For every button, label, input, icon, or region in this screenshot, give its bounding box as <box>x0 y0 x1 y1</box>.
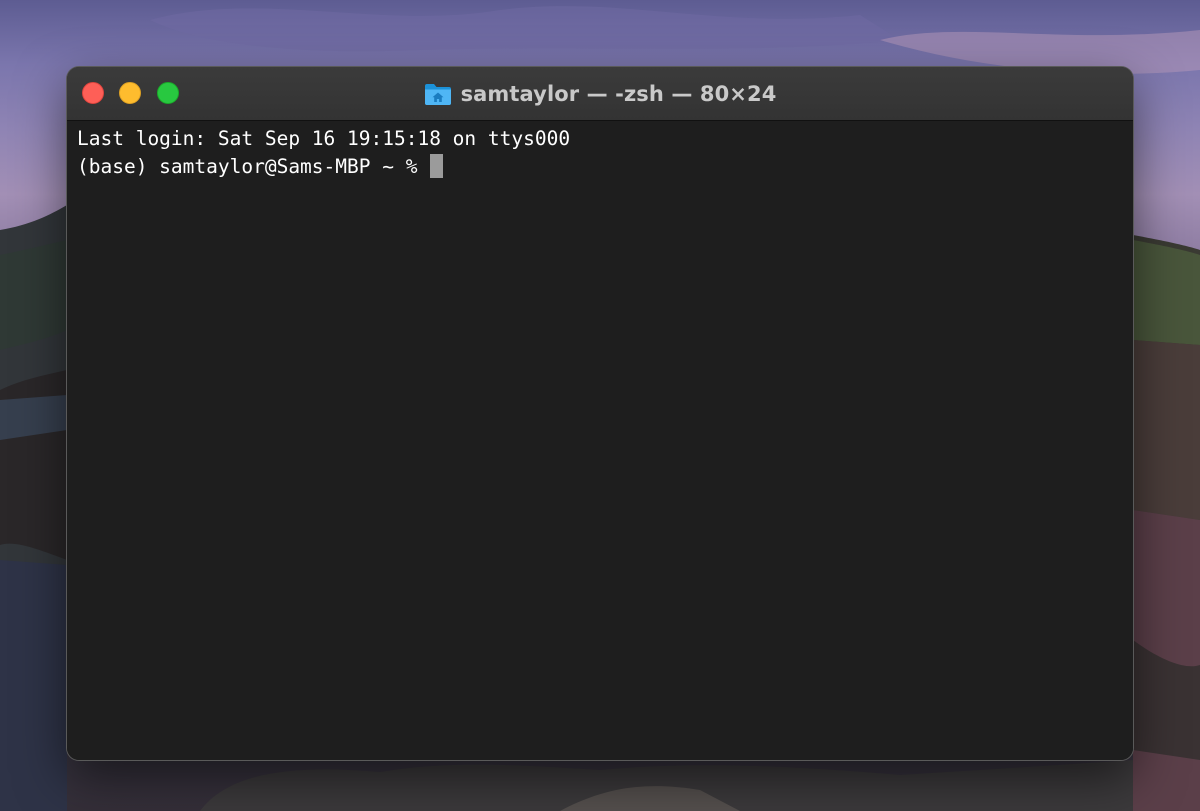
text-cursor <box>430 154 444 178</box>
terminal-line-last-login: Last login: Sat Sep 16 19:15:18 on ttys0… <box>77 127 571 150</box>
home-folder-icon <box>424 83 451 105</box>
window-title: samtaylor — -zsh — 80×24 <box>460 81 777 106</box>
title-bar[interactable]: samtaylor — -zsh — 80×24 <box>67 67 1133 121</box>
window-title-container: samtaylor — -zsh — 80×24 <box>67 67 1133 120</box>
shell-prompt: (base) samtaylor@Sams-MBP ~ % <box>77 155 430 178</box>
terminal-output[interactable]: Last login: Sat Sep 16 19:15:18 on ttys0… <box>67 121 1133 760</box>
terminal-window: samtaylor — -zsh — 80×24 Last login: Sat… <box>67 67 1133 760</box>
terminal-prompt-line[interactable]: (base) samtaylor@Sams-MBP ~ % <box>77 153 1123 181</box>
